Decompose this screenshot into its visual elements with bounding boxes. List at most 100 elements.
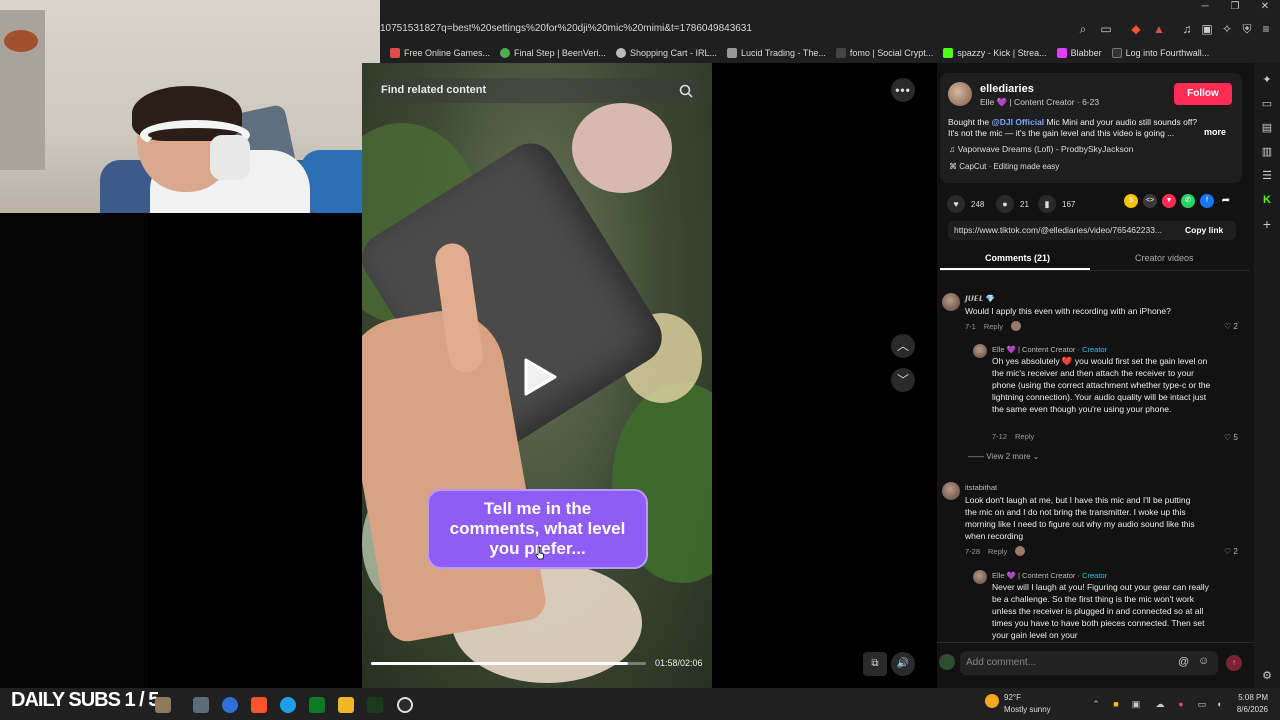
chevron-up-icon[interactable]: ︿ — [891, 334, 915, 358]
commenter-name[interactable]: Elle 💜 | Content Creator · Creator — [992, 345, 1107, 354]
embed-icon[interactable]: <> — [1143, 194, 1157, 208]
terminal-icon[interactable] — [367, 697, 383, 713]
view-more-replies[interactable]: —— View 2 more ⌄ — [968, 452, 1040, 461]
reply-button[interactable]: Reply — [988, 547, 1007, 556]
bookmark-shopping-cart[interactable]: Shopping Cart - IRL... — [615, 48, 717, 58]
author-username[interactable]: ellediaries — [980, 83, 1034, 95]
chevron-down-icon: ⌄ — [1030, 452, 1040, 461]
task-view-icon[interactable] — [193, 697, 209, 713]
tray-app-icon[interactable]: ▣ — [1130, 698, 1142, 710]
music-track[interactable]: ♫ Vaporwave Dreams (Lofi) - ProdbySkyJac… — [949, 144, 1133, 154]
commenter-avatar[interactable] — [942, 293, 960, 311]
search-icon[interactable] — [678, 83, 694, 99]
url-field[interactable]: 10751531827q=best%20settings%20for%20dji… — [380, 19, 1080, 39]
commenter-name[interactable]: itstabithat — [965, 483, 997, 492]
tv-icon[interactable]: ▭ — [1259, 96, 1275, 112]
comment-likes[interactable]: ♡ 2 — [1224, 322, 1238, 331]
clock-date[interactable]: 8/6/2026 — [1226, 705, 1268, 714]
more-options-icon[interactable]: ••• — [891, 78, 915, 102]
edge-icon[interactable] — [280, 697, 296, 713]
reply-button[interactable]: Reply — [984, 322, 1003, 331]
avatar[interactable] — [948, 82, 972, 106]
minimize-button[interactable]: ─ — [1190, 0, 1220, 14]
reading-list-icon[interactable]: ☰ — [1259, 168, 1275, 184]
bookmark-lucid-trading[interactable]: Lucid Trading - The... — [726, 48, 826, 58]
cloud-icon[interactable]: ☁ — [1154, 698, 1166, 710]
play-icon[interactable] — [522, 357, 558, 397]
music-icon[interactable]: ♫ — [1178, 20, 1196, 38]
tray-app-icon[interactable]: ■ — [1110, 698, 1122, 710]
copy-link-button[interactable]: Copy link — [1185, 225, 1223, 235]
comment-button[interactable]: ● 21 — [996, 195, 1029, 213]
microphone-icon[interactable]: ● — [1175, 698, 1187, 710]
comment-icon: ● — [996, 195, 1014, 213]
vpn-icon[interactable]: ⛨ — [1238, 20, 1256, 38]
cast-icon[interactable]: ▭ — [1097, 20, 1115, 38]
send-comment-button[interactable]: ↑ — [1226, 655, 1242, 671]
reply-button[interactable]: Reply — [1015, 432, 1034, 441]
mention-icon[interactable]: @ — [1178, 656, 1189, 668]
comment-likes[interactable]: ♡ 2 — [1224, 547, 1238, 556]
search-icon[interactable]: ⌕ — [1074, 20, 1092, 38]
comment-meta: 7-12 Reply — [992, 432, 1034, 441]
commenter-avatar[interactable] — [973, 570, 987, 584]
commenter-name[interactable]: Elle 💜 | Content Creator · Creator — [992, 571, 1107, 580]
weather-desc[interactable]: Mostly sunny — [1004, 705, 1051, 714]
app-icon[interactable] — [309, 697, 325, 713]
share-icon[interactable]: ➦ — [1219, 194, 1233, 208]
kick-icon[interactable]: K — [1259, 192, 1275, 208]
volume-icon[interactable]: ◖ — [1213, 698, 1225, 710]
bookmark-kick[interactable]: spazzy - Kick | Strea... — [943, 48, 1047, 58]
brave-icon[interactable] — [251, 697, 267, 713]
capcut-link[interactable]: ⌘ CapCut · Editing made easy — [949, 162, 1059, 171]
bookmarks-icon[interactable]: ▥ — [1259, 144, 1275, 160]
bookmark-favicon-icon — [835, 48, 846, 58]
commenter-name[interactable]: 𝙅𝙐𝙀𝙇 💎 — [965, 294, 995, 303]
display-icon[interactable]: ▭ — [1196, 698, 1208, 710]
app-icon[interactable] — [222, 697, 238, 713]
tab-creator-videos[interactable]: Creator videos — [1135, 253, 1194, 263]
like-count: 5 — [1233, 433, 1238, 442]
folder-icon[interactable] — [338, 697, 354, 713]
mention-link[interactable]: @DJI Official — [991, 117, 1044, 127]
mini-player-icon[interactable]: ⧉ — [863, 652, 887, 676]
coin-icon[interactable]: $ — [1124, 194, 1138, 208]
wallet-icon[interactable]: ▣ — [1198, 20, 1216, 38]
comment-likes[interactable]: ♡ 5 — [1224, 433, 1238, 442]
menu-icon[interactable]: ≡ — [1257, 20, 1275, 38]
heart-outline-icon: ♡ — [1224, 322, 1234, 331]
emoji-icon[interactable]: ☺ — [1198, 655, 1209, 667]
add-icon[interactable]: + — [1259, 216, 1275, 232]
clock-time[interactable]: 5:08 PM — [1232, 693, 1268, 702]
weather-temp[interactable]: 92°F — [1004, 693, 1021, 702]
chevron-down-icon[interactable]: ﹀ — [891, 368, 915, 392]
maximize-button[interactable]: ❐ — [1220, 0, 1250, 14]
save-button[interactable]: ▮ 167 — [1038, 195, 1075, 213]
leo-ai-icon[interactable]: ✦ — [1259, 72, 1275, 88]
whatsapp-icon[interactable]: ✆ — [1181, 194, 1195, 208]
weather-icon[interactable] — [985, 694, 999, 708]
commenter-avatar[interactable] — [942, 482, 960, 500]
more-link[interactable]: more — [1204, 127, 1226, 137]
tab-comments[interactable]: Comments (21) — [985, 253, 1050, 263]
bookmark-blabber[interactable]: Blabber — [1056, 48, 1102, 58]
settings-icon[interactable]: ⚙ — [1259, 668, 1275, 684]
chevron-up-icon[interactable]: ⌃ — [1090, 698, 1102, 710]
commenter-avatar[interactable] — [973, 344, 987, 358]
extensions-icon[interactable]: ✧ — [1218, 20, 1236, 38]
brave-shield-icon[interactable]: ◆ — [1127, 20, 1145, 38]
bookmark-fourthwall[interactable]: Log into Fourthwall... — [1111, 48, 1209, 58]
bookmark-fomo[interactable]: fomo | Social Crypt... — [835, 48, 933, 58]
bookmark-free-online-games[interactable]: Free Online Games... — [390, 48, 490, 58]
app-icon[interactable] — [397, 697, 413, 713]
like-button[interactable]: ♥ 248 — [947, 195, 984, 213]
close-window-button[interactable]: ✕ — [1250, 0, 1280, 14]
wallet-icon[interactable]: ▤ — [1259, 120, 1275, 136]
volume-icon[interactable]: 🔊 — [891, 652, 915, 676]
facebook-icon[interactable]: f — [1200, 194, 1214, 208]
bookmark-beenverified[interactable]: Final Step | BeenVeri... — [500, 48, 606, 58]
send-icon[interactable]: ▼ — [1162, 194, 1176, 208]
follow-button[interactable]: Follow — [1174, 83, 1232, 105]
brave-rewards-icon[interactable]: ▲ — [1150, 20, 1168, 38]
share-link[interactable]: https://www.tiktok.com/@ellediaries/vide… — [954, 225, 1176, 235]
